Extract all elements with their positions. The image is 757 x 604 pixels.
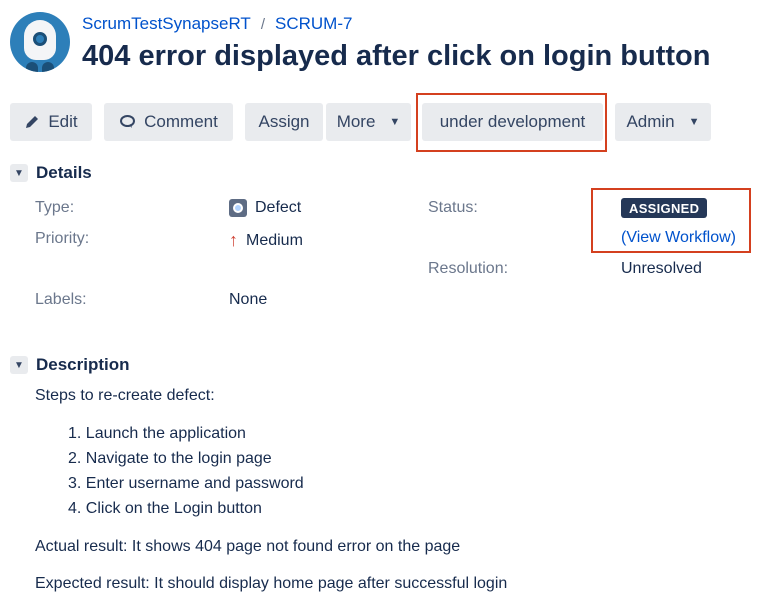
breadcrumb: ScrumTestSynapseRT / SCRUM-7 (82, 14, 352, 34)
resolution-value: Unresolved (621, 260, 702, 277)
status-badge: ASSIGNED (621, 198, 708, 218)
workflow-button-highlight (416, 93, 607, 152)
labels-value: None (229, 291, 268, 308)
list-item: 4. Click on the Login button (68, 500, 262, 517)
list-item: 1. Launch the application (68, 425, 246, 442)
view-workflow-link[interactable]: (View Workflow) (621, 229, 736, 247)
chevron-down-icon[interactable]: ▼ (10, 356, 28, 374)
admin-dropdown-button[interactable]: Admin ▼ (615, 103, 711, 141)
monster-icon (24, 20, 56, 60)
breadcrumb-project-link[interactable]: ScrumTestSynapseRT (82, 14, 251, 34)
labels-label: Labels: (35, 291, 87, 308)
chevron-down-icon: ▼ (688, 116, 700, 128)
edit-button-label: Edit (48, 112, 78, 131)
assign-button-label: Assign (258, 112, 310, 131)
comment-button[interactable]: Comment (104, 103, 233, 141)
priority-value-text: Medium (246, 231, 303, 249)
type-value: Defect (229, 199, 301, 217)
edit-button[interactable]: Edit (10, 103, 92, 141)
list-item: 2. Navigate to the login page (68, 450, 272, 467)
breadcrumb-issue-key-link[interactable]: SCRUM-7 (275, 14, 352, 34)
resolution-label: Resolution: (428, 260, 509, 277)
description-intro: Steps to re-create defect: (35, 387, 215, 404)
comment-icon (120, 115, 136, 128)
issue-title[interactable]: 404 error displayed after click on login… (82, 40, 710, 73)
steps-list: 1. Launch the application 2. Navigate to… (68, 423, 304, 523)
comment-button-label: Comment (144, 112, 218, 131)
details-heading: Details (36, 163, 92, 182)
list-item: 3. Enter username and password (68, 475, 304, 492)
details-section-header[interactable]: ▼ Details (10, 163, 92, 183)
admin-button-label: Admin (626, 112, 675, 131)
more-dropdown-button[interactable]: More ▼ (326, 103, 411, 141)
expected-result: Expected result: It should display home … (35, 575, 508, 592)
type-label: Type: (35, 199, 75, 216)
actual-result: Actual result: It shows 404 page not fou… (35, 538, 461, 555)
type-value-text: Defect (255, 199, 302, 216)
priority-label: Priority: (35, 230, 90, 247)
breadcrumb-separator: / (260, 15, 265, 33)
project-avatar[interactable] (10, 12, 70, 72)
description-heading: Description (36, 355, 130, 374)
more-button-label: More (336, 112, 376, 131)
chevron-down-icon[interactable]: ▼ (10, 164, 28, 182)
pencil-icon (26, 116, 39, 128)
priority-value: ↑ Medium (229, 230, 303, 251)
arrow-up-icon: ↑ (229, 230, 238, 250)
assign-button[interactable]: Assign (245, 103, 323, 141)
status-label: Status: (428, 199, 478, 216)
defect-icon (229, 199, 247, 217)
chevron-down-icon: ▼ (389, 116, 401, 128)
description-section-header[interactable]: ▼ Description (10, 355, 130, 375)
